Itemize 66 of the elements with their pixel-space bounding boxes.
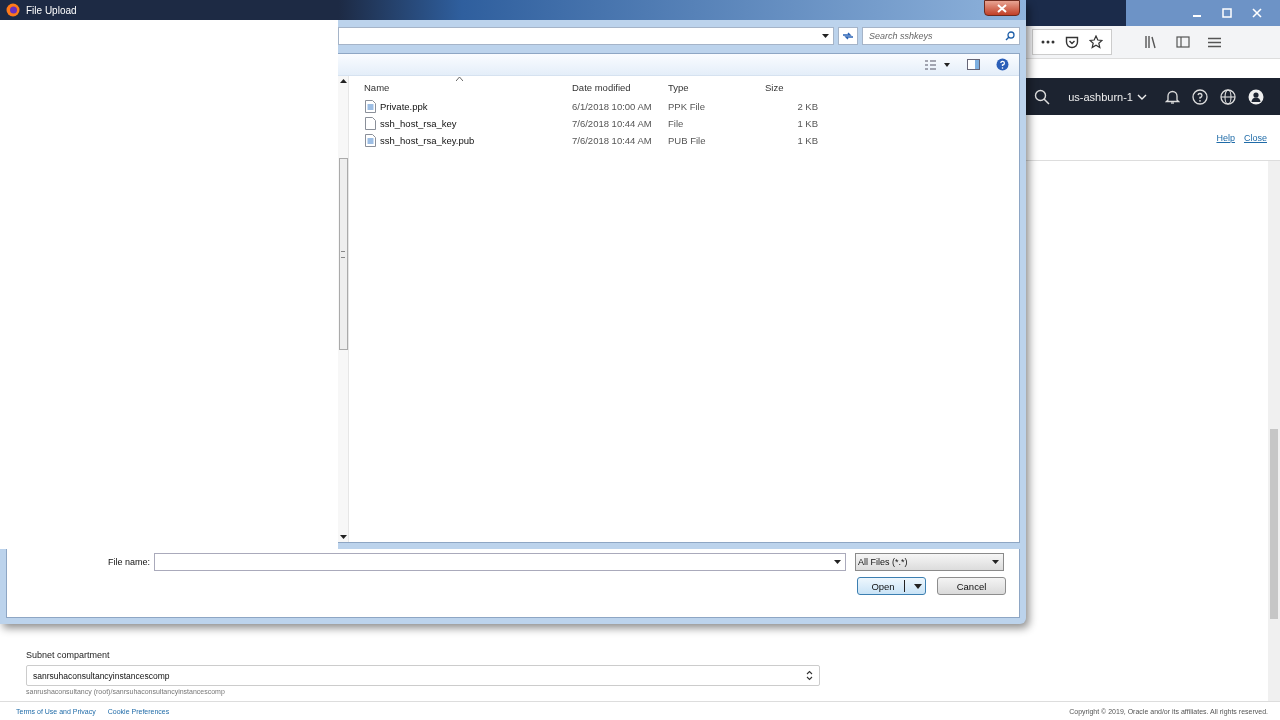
table-cell-text: 1 KB bbox=[796, 118, 818, 129]
file-name-field[interactable] bbox=[154, 553, 846, 571]
caret-down-icon[interactable] bbox=[834, 560, 841, 564]
chevron-down-icon bbox=[1137, 93, 1147, 100]
sidebar-icon[interactable] bbox=[1176, 36, 1190, 48]
help-icon[interactable] bbox=[996, 58, 1009, 71]
view-options-icon[interactable] bbox=[925, 59, 951, 70]
scroll-up-icon[interactable] bbox=[339, 79, 347, 83]
globe-icon[interactable] bbox=[1220, 88, 1236, 105]
column-header[interactable]: Type bbox=[663, 76, 760, 98]
menu-icon[interactable] bbox=[1208, 36, 1221, 48]
table-cell-text: PPK File bbox=[667, 101, 706, 112]
table-cell-text: File bbox=[667, 118, 685, 129]
document-icon bbox=[365, 134, 376, 147]
caret-down-icon bbox=[992, 560, 999, 564]
scroll-down-icon[interactable] bbox=[339, 535, 347, 539]
caret-down-icon bbox=[913, 583, 922, 589]
window-title: File Upload bbox=[26, 4, 77, 16]
maximize-icon[interactable] bbox=[1222, 8, 1232, 18]
more-icon[interactable] bbox=[1041, 40, 1055, 44]
library-icon[interactable] bbox=[1144, 35, 1158, 49]
column-header[interactable]: Date modified bbox=[567, 76, 663, 98]
field-label: File name: bbox=[106, 557, 151, 567]
help-icon[interactable] bbox=[1192, 88, 1208, 105]
scrollbar[interactable] bbox=[1268, 161, 1280, 701]
sort-icon bbox=[456, 77, 463, 81]
column-header[interactable]: Size bbox=[760, 76, 818, 98]
bell-icon[interactable] bbox=[1165, 88, 1180, 105]
up-down-arrows-icon bbox=[806, 670, 813, 681]
address-field[interactable] bbox=[338, 27, 834, 45]
scrollbar[interactable] bbox=[338, 76, 349, 542]
cancel-button[interactable]: Cancel bbox=[937, 577, 1006, 595]
table-cell-text: 1 KB bbox=[796, 135, 818, 146]
header-link[interactable]: Help bbox=[1216, 132, 1235, 143]
compartment-select[interactable]: sanrsuhaconsultancyinstancescomp bbox=[26, 665, 820, 686]
file-item[interactable]: ssh_host_rsa_key bbox=[349, 117, 567, 130]
refresh-button[interactable] bbox=[838, 27, 858, 45]
user-icon[interactable] bbox=[1248, 88, 1264, 105]
pocket-icon[interactable] bbox=[1065, 35, 1079, 49]
column-header[interactable]: Name bbox=[349, 76, 567, 98]
file-item[interactable]: ssh_host_rsa_key.pub bbox=[349, 134, 567, 147]
table-cell-text: 7/6/2018 10:44 AM bbox=[571, 118, 653, 129]
table-cell-text: 6/1/2018 10:00 AM bbox=[571, 101, 653, 112]
scroll-thumb[interactable] bbox=[338, 158, 348, 350]
search-field[interactable]: Search sshkeys bbox=[862, 27, 1020, 45]
caret-down-icon[interactable] bbox=[822, 34, 829, 38]
file-type-select[interactable]: All Files (*.*) bbox=[855, 553, 1004, 571]
search-icon[interactable] bbox=[1034, 88, 1051, 105]
refresh-icon bbox=[842, 31, 854, 41]
search-icon[interactable] bbox=[1005, 31, 1015, 41]
table-cell-text: 7/6/2018 10:44 AM bbox=[571, 135, 653, 146]
close-icon[interactable] bbox=[1252, 8, 1262, 18]
preview-pane-icon[interactable] bbox=[967, 59, 980, 70]
browser-logo-icon bbox=[6, 3, 20, 17]
field-label: Subnet compartment bbox=[26, 650, 111, 660]
document-icon bbox=[365, 100, 376, 113]
header-link[interactable]: Close bbox=[1244, 132, 1267, 143]
file-icon bbox=[365, 117, 376, 130]
region-selector[interactable]: us-ashburn-1 bbox=[1068, 90, 1147, 103]
star-icon[interactable] bbox=[1089, 35, 1103, 49]
close-icon bbox=[997, 3, 1007, 13]
close-button[interactable] bbox=[984, 0, 1020, 16]
table-cell-text: PUB File bbox=[667, 135, 707, 146]
table-cell-text: 2 KB bbox=[796, 101, 818, 112]
open-button[interactable]: Open bbox=[857, 577, 926, 595]
file-item[interactable]: Private.ppk bbox=[349, 100, 567, 113]
